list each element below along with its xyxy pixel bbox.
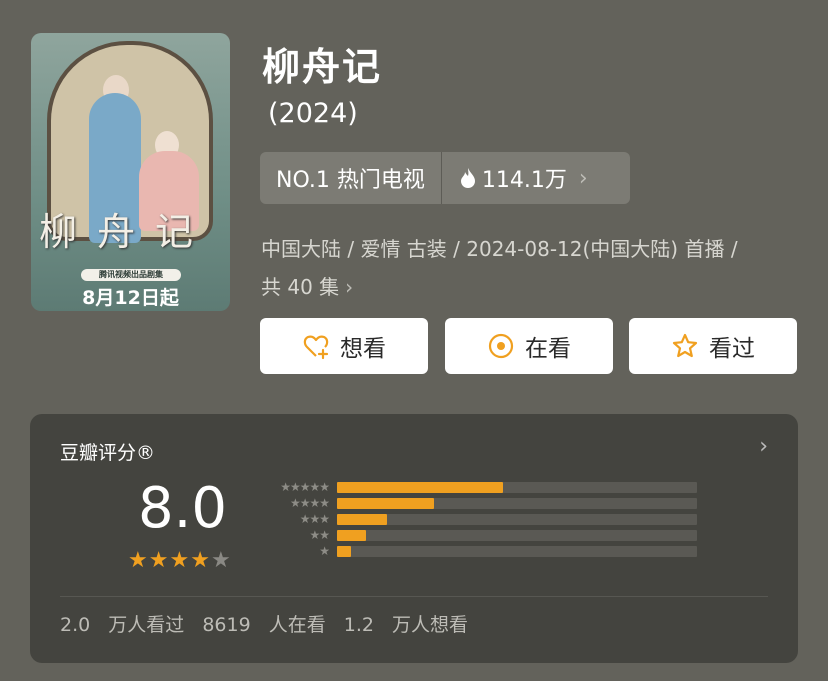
distribution-stars-icon: ★★★★ [289,496,330,510]
distribution-bar [337,546,352,557]
rating-header: 豆瓣评分® [60,442,156,464]
page-title: 柳舟记 [262,45,383,89]
distribution-row: ★★★ [255,512,705,527]
distribution-stars-icon: ★ [319,544,330,558]
chevron-right-icon[interactable]: › [759,434,768,459]
watched-button[interactable]: 看过 [629,318,797,374]
distribution-row: ★★★★★ [255,480,705,495]
star-filled-icon: ★ [148,548,169,573]
poster-date: 8月12日起 [82,287,179,309]
heart-plus-icon [303,335,329,360]
distribution-row: ★★★★ [255,496,705,511]
poster-banner: 腾讯视频出品剧集 [81,269,181,281]
distribution-track [337,546,697,557]
want-count: 1.2 万人想看 [343,614,469,636]
distribution-track [337,530,697,541]
rating-distribution: ★★★★★ ★★★★ ★★★ ★★ ★ [255,480,705,560]
rating-score: 8.0 [138,476,228,541]
watching-count: 8619 人在看 [202,614,326,636]
poster-calligraphy: 柳舟记 [39,210,214,254]
meta-episodes-row[interactable]: 共 40 集 › [261,268,801,306]
heat-value: 114.1万 [481,168,567,193]
star-filled-icon: ★ [190,548,210,573]
distribution-stars-icon: ★★★ [299,512,330,526]
heat-section: 114.1万 › [442,162,598,194]
rating-stars: ★ ★ ★ ★ ★ [128,548,231,573]
flame-icon [460,168,475,188]
divider [60,596,768,597]
poster-image[interactable]: 柳舟记 腾讯视频出品剧集 8月12日起 [31,33,230,311]
rank-label: NO.1 热门电视 [260,152,442,204]
distribution-bar [337,482,503,493]
distribution-track [337,498,697,509]
distribution-row: ★ [255,544,705,559]
chevron-right-icon: › [345,275,354,299]
distribution-track [337,514,697,525]
watching-label: 在看 [525,336,571,362]
distribution-bar [337,498,435,509]
star-filled-icon: ★ [128,548,148,573]
watched-label: 看过 [709,336,755,362]
watching-button[interactable]: 在看 [445,318,613,374]
star-filled-icon: ★ [169,548,190,573]
meta-info: 中国大陆 / 爱情 古装 / 2024-08-12(中国大陆) 首播 / 共 4… [261,230,801,306]
star-outline-icon [672,333,698,358]
want-label: 想看 [340,336,386,362]
rating-card[interactable]: 豆瓣评分® › 8.0 ★ ★ ★ ★ ★ ★★★★★ ★★★★ ★★★ ★★ ★ 2.0 万人… [30,414,798,663]
distribution-track [337,482,697,493]
distribution-stars-icon: ★★★★★ [280,480,330,494]
distribution-stars-icon: ★★ [309,528,329,542]
distribution-bar [337,514,388,525]
target-circle-icon [488,333,514,359]
release-year: (2024) [268,98,358,129]
distribution-row: ★★ [255,528,705,543]
star-empty-icon: ★ [210,548,231,573]
rank-chip[interactable]: NO.1 热门电视 114.1万 › [260,152,630,204]
meta-line: 中国大陆 / 爱情 古装 / 2024-08-12(中国大陆) 首播 / [261,237,738,261]
episode-count: 共 40 集 [261,275,340,299]
chevron-right-icon: › [578,165,588,191]
watched-count: 2.0 万人看过 [60,614,185,636]
want-to-watch-button[interactable]: 想看 [260,318,428,374]
rating-footer: 2.0 万人看过 8619 人在看 1.2 万人想看 [60,610,468,637]
distribution-bar [337,530,366,541]
